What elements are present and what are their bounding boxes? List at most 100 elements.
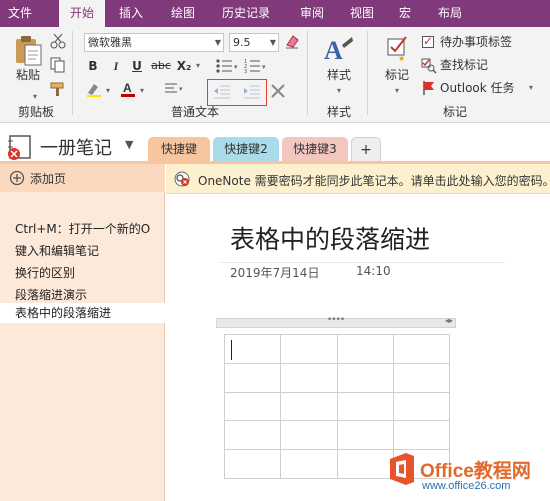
tag-button[interactable]: 标记 [382,67,412,83]
separator [72,31,73,115]
table-cell[interactable] [392,362,451,393]
delete-icon[interactable] [207,51,221,65]
styles-icon[interactable]: A [322,35,354,67]
find-tags-icon[interactable] [421,58,437,74]
outlook-dropdown-icon[interactable]: ▾ [526,80,536,96]
add-section-button[interactable]: + [351,137,381,162]
add-page-button[interactable]: 添加页 [0,164,165,192]
svg-text:A: A [324,36,343,65]
menu-bar: 文件 开始 插入 绘图 历史记录 审阅 视图 宏 布局 [0,0,550,27]
table-cell[interactable] [280,391,338,422]
table-move-handle[interactable]: •••• ◂▸ [216,315,456,328]
tab-review[interactable]: 审阅 [290,0,334,27]
styles-button[interactable]: 样式 [322,67,356,83]
decrease-indent-icon[interactable] [213,83,231,101]
table-cell[interactable] [223,420,282,451]
add-page-label: 添加页 [30,172,67,186]
add-page-icon [9,170,25,186]
page-list-item[interactable]: 键入和编辑笔记 [15,242,99,259]
table-cell[interactable] [336,391,394,422]
watermark-url: www.office26.com [422,480,511,492]
subscript-dropdown-icon[interactable]: ▾ [194,58,202,74]
font-name-combo[interactable]: 微软雅黑 ▼ [84,33,224,52]
paste-icon[interactable] [12,35,44,67]
align-icon[interactable]: ▾ [164,81,186,97]
clear-formatting-icon[interactable] [284,33,300,49]
copy-icon[interactable] [50,57,66,73]
page-list-item[interactable]: Ctrl+M：打开一个新的O [15,220,150,237]
tab-insert[interactable]: 插入 [109,0,153,27]
delete-tag-icon[interactable] [270,83,286,99]
tab-home[interactable]: 开始 [59,0,105,27]
format-painter-icon[interactable] [50,81,66,97]
notebook-name[interactable]: 一册笔记 [40,134,112,160]
tags-group-label: 标记 [442,105,467,119]
highlight-dropdown-icon[interactable]: ▾ [104,83,112,99]
styles-dropdown-icon[interactable]: ▾ [334,83,344,99]
chevron-down-icon: ▼ [269,38,276,47]
find-tags-button[interactable]: 查找标记 [440,57,488,73]
tag-dropdown-icon[interactable]: ▾ [392,83,402,99]
section-tab-shortcut-2[interactable]: 快捷键2 [213,137,279,162]
increase-indent-icon[interactable] [243,83,261,101]
todo-tag-label[interactable]: 待办事项标签 [440,34,512,50]
table-cell[interactable] [280,449,338,479]
underline-button[interactable]: U [130,58,144,74]
page-list-item[interactable]: 换行的区别 [15,264,75,281]
italic-button[interactable]: I [109,58,123,74]
strikethrough-button[interactable]: abc [150,58,172,74]
bold-button[interactable]: B [86,58,100,74]
tab-macro[interactable]: 宏 [390,0,420,27]
sync-error-icon [174,171,190,187]
separator [367,31,368,115]
watermark-brand: Office教程网 [420,461,531,482]
table-cell[interactable] [336,334,394,364]
table-cell[interactable] [336,362,394,393]
table-cell[interactable] [392,334,451,364]
page-date: 2019年7月14日 [230,266,320,280]
page-title[interactable]: 表格中的段落缩进 [230,220,430,256]
subscript-button[interactable]: X₂ [174,58,194,74]
table-cell[interactable] [280,362,338,393]
cut-icon[interactable] [50,33,66,49]
numbered-list-icon[interactable]: 1 2 3 ▾ [244,58,268,74]
table-cell[interactable] [223,449,282,479]
tab-view[interactable]: 视图 [340,0,384,27]
section-tab-shortcut[interactable]: 快捷键 [148,137,210,162]
font-color-dropdown-icon[interactable]: ▾ [138,83,146,99]
table-cell[interactable] [392,391,451,422]
table-cell[interactable] [223,334,282,364]
svg-text:3: 3 [244,69,247,74]
ribbon: 粘贴 ▾ 剪贴板 微软雅黑 ▼ 9.5 ▼ B I U abc X₂ ▾ ▾ 1… [0,27,550,123]
page-time: 14:10 [356,264,391,278]
outlook-flag-icon[interactable] [421,80,437,96]
page-list-item[interactable]: 段落缩进演示 [15,286,87,303]
sync-info-bar[interactable]: OneNote 需要密码才能同步此笔记本。请单击此处输入您的密码。 [166,164,550,194]
page-list-item-selected[interactable]: 表格中的段落缩进 [0,303,165,323]
font-size-combo[interactable]: 9.5 ▼ [229,33,279,52]
tab-draw[interactable]: 绘图 [161,0,205,27]
table-cell[interactable] [280,334,338,364]
table-cell[interactable] [223,362,282,393]
tab-file[interactable]: 文件 [0,0,40,27]
tab-layout[interactable]: 布局 [428,0,472,27]
watermark: Office教程网 www.office26.com [384,448,550,501]
table-cell[interactable] [392,420,451,451]
highlight-icon[interactable] [86,81,104,97]
notebook-dropdown-icon[interactable]: ▼ [125,138,133,151]
tab-history[interactable]: 历史记录 [214,0,278,27]
table-cell[interactable] [280,420,338,451]
tag-checkbox-icon[interactable]: ★ [386,35,410,61]
notebook-icon[interactable] [6,134,36,162]
paste-button[interactable]: 粘贴 [12,67,44,83]
svg-text:▾: ▾ [262,63,266,71]
clipboard-group-label: 剪贴板 [17,105,54,119]
table-cell[interactable] [223,391,282,422]
outlook-task-button[interactable]: Outlook 任务 [440,80,515,96]
svg-text:▾: ▾ [179,85,183,93]
todo-tag-checkbox[interactable] [422,34,434,48]
font-color-icon[interactable]: A [120,80,138,98]
chevron-down-icon: ▼ [214,38,221,47]
table-cell[interactable] [336,420,394,451]
section-tab-shortcut-3[interactable]: 快捷键3 [282,137,348,162]
